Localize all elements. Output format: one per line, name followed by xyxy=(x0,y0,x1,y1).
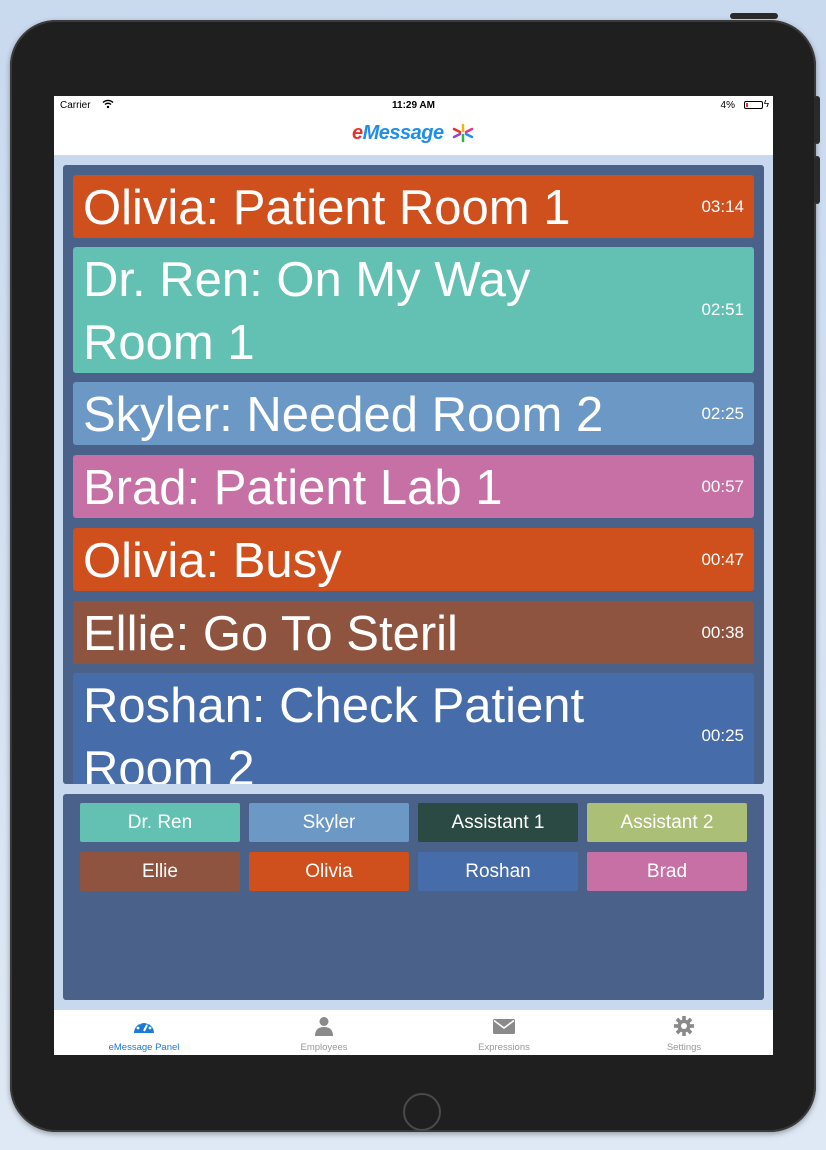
message-text: Brad: Patient Lab 1 xyxy=(83,461,503,515)
employee-button-assistant-2[interactable]: Assistant 2 xyxy=(587,803,747,842)
employee-button-ellie[interactable]: Ellie xyxy=(80,852,240,891)
tab-label: eMessage Panel xyxy=(108,1042,180,1053)
tab-bar: eMessage Panel Employees Expressions Set… xyxy=(54,1009,773,1055)
message-row[interactable]: Olivia: Patient Room 1 03:14 xyxy=(73,175,754,238)
home-button[interactable] xyxy=(403,1093,441,1131)
tab-label: Settings xyxy=(666,1042,702,1053)
message-row[interactable]: Ellie: Go To Steril 00:38 xyxy=(73,601,754,664)
message-row[interactable]: Roshan: Check Patient Room 2 00:25 xyxy=(73,673,754,784)
employee-button-dr-ren[interactable]: Dr. Ren xyxy=(80,803,240,842)
nav-bar: eMessage xyxy=(54,116,773,156)
person-icon xyxy=(315,1017,333,1036)
message-elapsed-time: 02:25 xyxy=(701,403,744,423)
employee-button-roshan[interactable]: Roshan xyxy=(418,852,578,891)
employee-button-skyler[interactable]: Skyler xyxy=(249,803,409,842)
message-text: Roshan: Check Patient Room 2 xyxy=(83,679,585,784)
gauge-icon xyxy=(134,1019,154,1033)
tab-label: Employees xyxy=(300,1042,348,1053)
charging-icon: ϟ xyxy=(763,99,769,110)
message-row[interactable]: Dr. Ren: On My Way Room 1 02:51 xyxy=(73,247,754,373)
employee-button-olivia[interactable]: Olivia xyxy=(249,852,409,891)
clock: 11:29 AM xyxy=(392,100,435,111)
envelope-icon xyxy=(493,1019,515,1034)
message-elapsed-time: 03:14 xyxy=(701,196,744,216)
message-elapsed-time: 02:51 xyxy=(701,300,744,319)
message-elapsed-time: 00:47 xyxy=(701,549,744,569)
gear-icon xyxy=(674,1016,694,1036)
tab-settings[interactable]: Settings xyxy=(594,1010,773,1055)
battery-icon xyxy=(744,101,763,109)
message-text: Olivia: Patient Room 1 xyxy=(83,181,571,235)
sparkle-icon xyxy=(452,123,474,143)
tab-emessage-panel[interactable]: eMessage Panel xyxy=(54,1010,234,1055)
status-bar: Carrier 11:29 AM 4% ϟ xyxy=(54,96,773,116)
message-row[interactable]: Brad: Patient Lab 1 00:57 xyxy=(73,455,754,518)
message-text: Dr. Ren: On My Way Room 1 xyxy=(83,253,531,370)
message-row[interactable]: Olivia: Busy 00:47 xyxy=(73,528,754,591)
app-logo: eMessage xyxy=(351,122,444,144)
tab-employees[interactable]: Employees xyxy=(234,1010,414,1055)
employee-panel: Dr. Ren Skyler Assistant 1 Assistant 2 E… xyxy=(63,794,764,1000)
employee-button-brad[interactable]: Brad xyxy=(587,852,747,891)
message-elapsed-time: 00:57 xyxy=(701,476,744,496)
message-panel[interactable]: Olivia: Patient Room 1 03:14 Dr. Ren: On… xyxy=(63,165,764,784)
message-row[interactable]: Skyler: Needed Room 2 02:25 xyxy=(73,382,754,445)
volume-button xyxy=(814,156,820,204)
message-elapsed-time: 00:25 xyxy=(701,726,744,745)
tab-expressions[interactable]: Expressions xyxy=(414,1010,594,1055)
message-text: Ellie: Go To Steril xyxy=(83,607,458,661)
power-button xyxy=(730,13,778,19)
app-screen: Carrier 11:29 AM 4% ϟ eMessage Olivia: P… xyxy=(54,96,773,1055)
battery-percent: 4% xyxy=(720,100,735,111)
employee-button-assistant-1[interactable]: Assistant 1 xyxy=(418,803,578,842)
message-text: Olivia: Busy xyxy=(83,534,342,588)
volume-button xyxy=(814,96,820,144)
message-text: Skyler: Needed Room 2 xyxy=(83,388,604,442)
message-elapsed-time: 00:38 xyxy=(701,622,744,642)
tab-label: Expressions xyxy=(478,1042,530,1053)
